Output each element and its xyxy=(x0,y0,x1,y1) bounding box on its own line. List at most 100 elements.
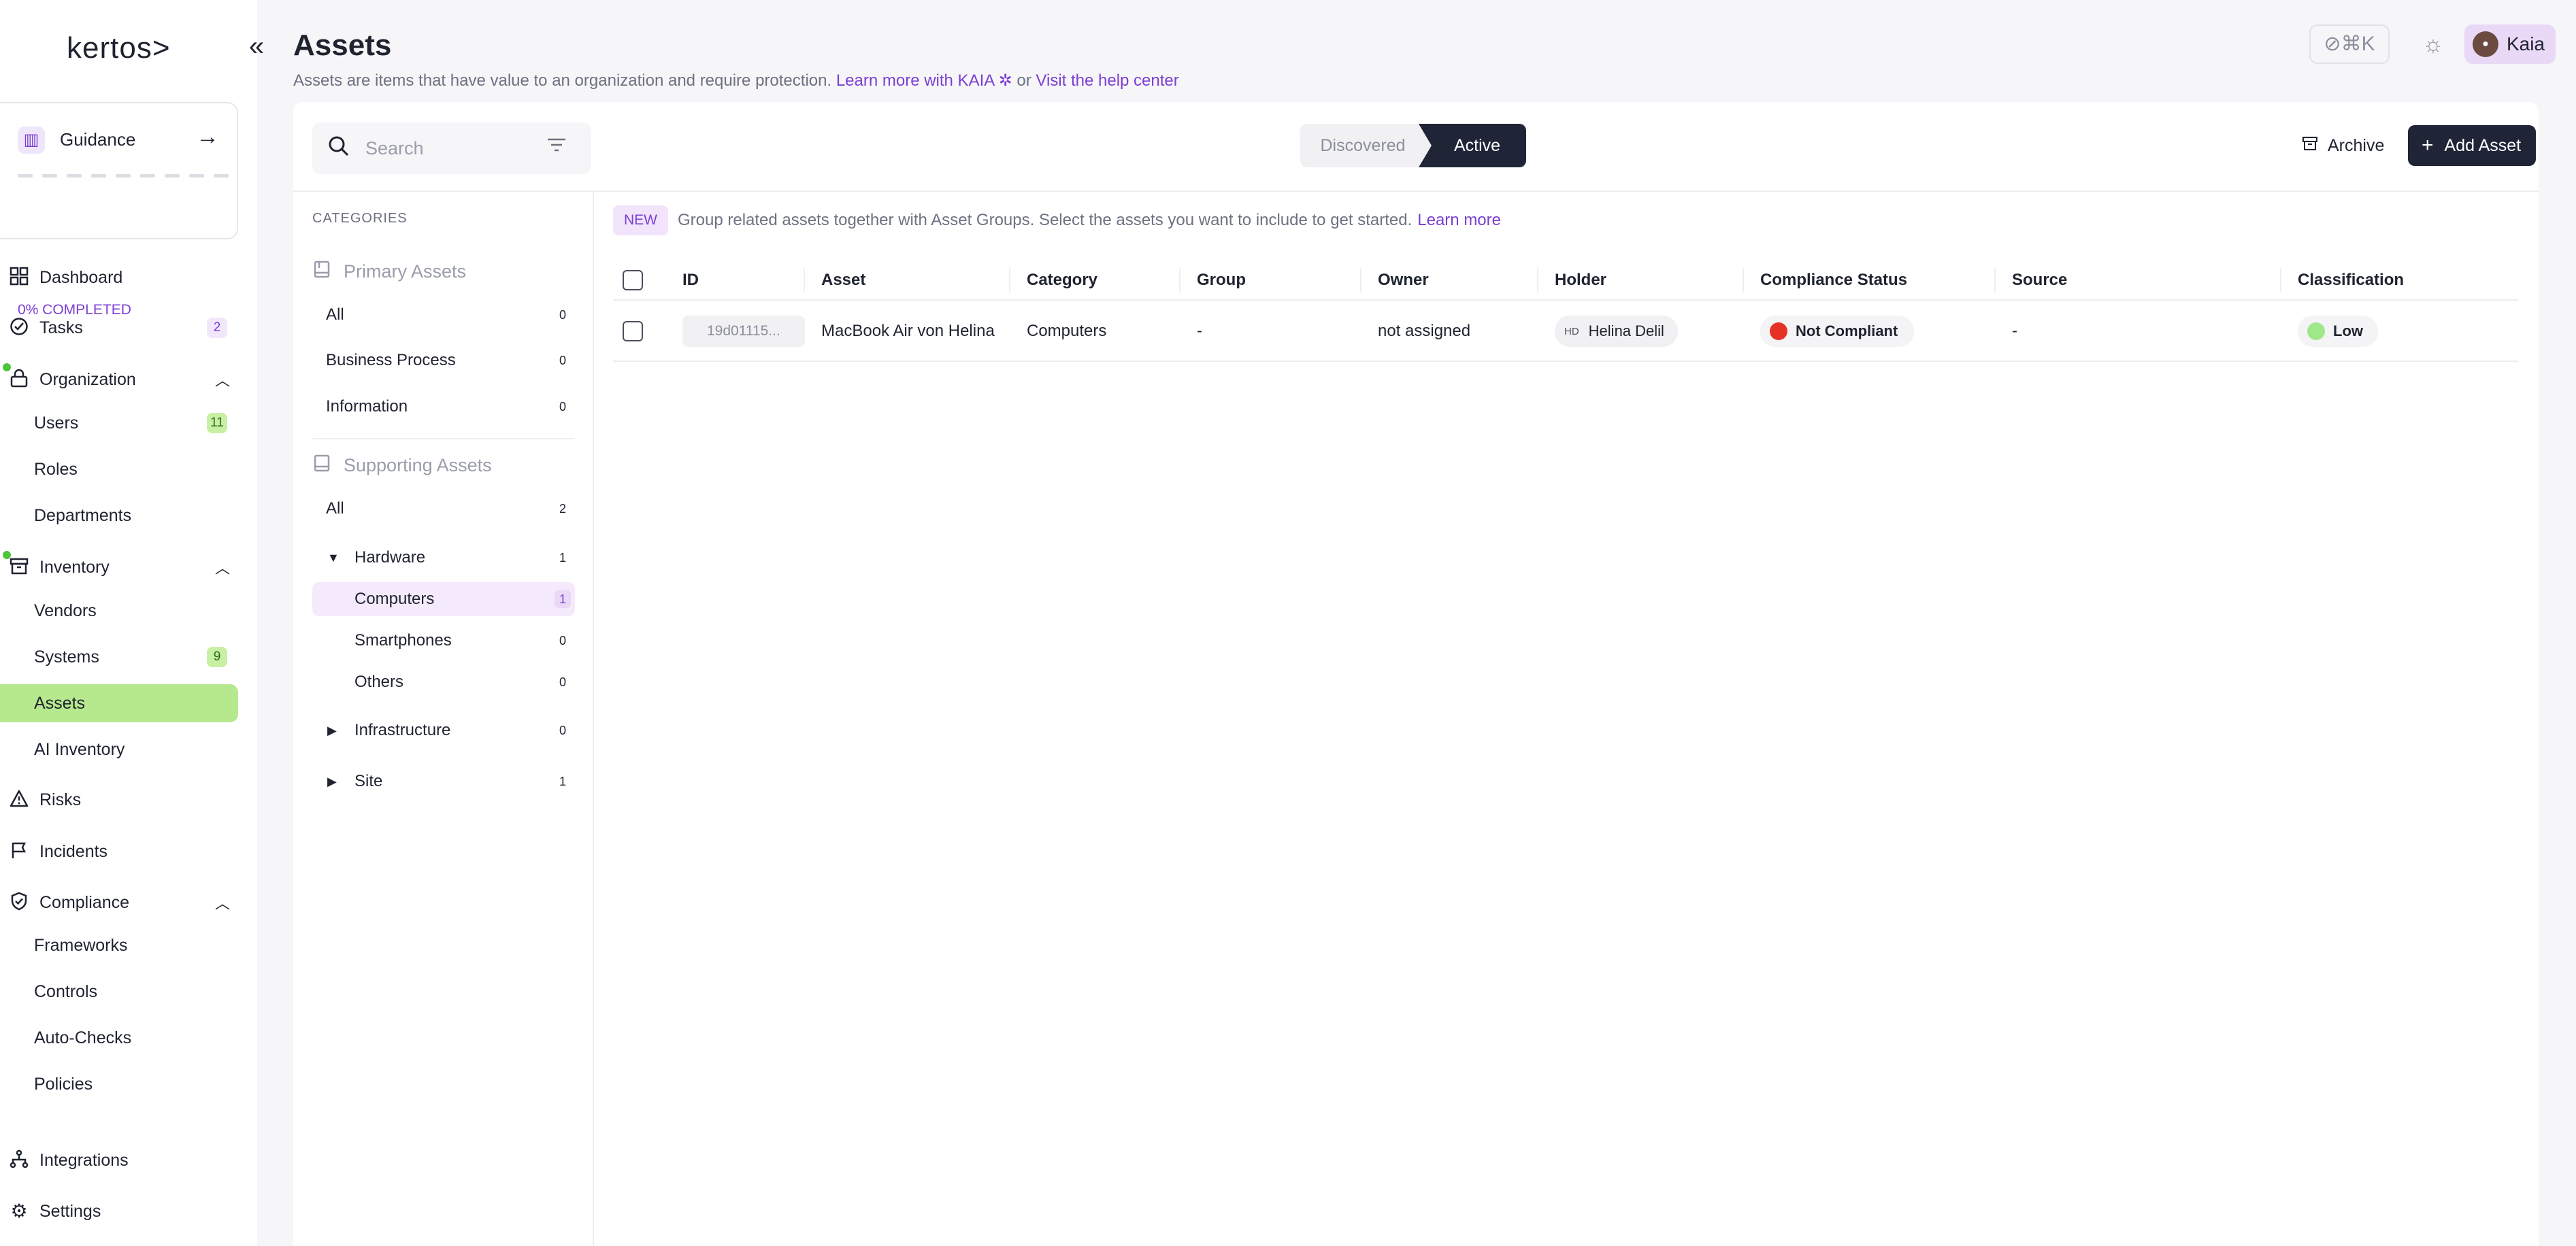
guidance-card[interactable]: ▥ Guidance → 0% COMPLETED xyxy=(0,102,238,318)
caret-down-icon[interactable]: ▼ xyxy=(327,551,340,565)
arrow-right-icon[interactable]: → xyxy=(196,124,219,150)
sidebar-item-settings[interactable]: ⚙ Settings xyxy=(0,1192,238,1230)
sidebar-item-label: Users xyxy=(34,413,79,433)
category-supporting-all[interactable]: All 2 xyxy=(312,492,575,526)
sidebar-item-risks[interactable]: Risks xyxy=(0,781,238,819)
kertos-logo[interactable]: kertos> xyxy=(67,31,171,65)
shortcut-label: ⌘K xyxy=(2341,33,2375,55)
tab-active[interactable]: Active xyxy=(1419,124,1526,167)
asset-name[interactable]: MacBook Air von Helina xyxy=(821,301,995,362)
chevron-up-icon: ︿ xyxy=(215,560,231,577)
warning-icon xyxy=(8,789,30,811)
search-input[interactable] xyxy=(365,135,529,162)
sidebar-item-policies[interactable]: Policies xyxy=(0,1065,238,1103)
flag-icon xyxy=(8,841,30,862)
collapse-sidebar-button[interactable]: « xyxy=(246,31,267,61)
column-owner[interactable]: Owner xyxy=(1378,260,1429,301)
sidebar-item-tasks[interactable]: Tasks 2 xyxy=(0,309,238,347)
sidebar-item-label: Settings xyxy=(39,1201,101,1221)
classification-dot-icon xyxy=(2307,322,2325,340)
column-id[interactable]: ID xyxy=(682,260,699,301)
asset-owner[interactable]: not assigned xyxy=(1378,301,1470,362)
sidebar-item-frameworks[interactable]: Frameworks xyxy=(0,926,238,964)
category-smartphones[interactable]: Smartphones 0 xyxy=(312,624,575,658)
category-site[interactable]: ▶ Site 1 xyxy=(312,764,575,798)
bug-report-button[interactable]: ☼ xyxy=(2414,24,2452,64)
network-icon xyxy=(8,1149,30,1171)
column-asset[interactable]: Asset xyxy=(821,260,865,301)
sidebar-item-label: Auto-Checks xyxy=(34,1028,132,1047)
sidebar-item-roles[interactable]: Roles xyxy=(0,450,238,488)
sidebar-item-vendors[interactable]: Vendors xyxy=(0,592,238,630)
banner-learn-more-link[interactable]: Learn more xyxy=(1417,211,1501,230)
sidebar-item-auto-checks[interactable]: Auto-Checks xyxy=(0,1019,238,1057)
select-all-checkbox[interactable] xyxy=(623,270,643,290)
sidebar-item-ai-inventory[interactable]: AI Inventory xyxy=(0,730,238,769)
sidebar-item-assets[interactable]: Assets xyxy=(0,684,238,722)
divider xyxy=(293,190,2539,192)
category-others[interactable]: Others 0 xyxy=(312,665,575,699)
column-holder[interactable]: Holder xyxy=(1555,260,1606,301)
holder-chip[interactable]: HD Helina Delil xyxy=(1555,316,1678,347)
category-count: 0 xyxy=(559,724,566,737)
sidebar-item-incidents[interactable]: Incidents xyxy=(0,832,238,871)
sidebar-item-organization[interactable]: Organization ︿ xyxy=(0,360,238,399)
category-count: 0 xyxy=(559,634,566,647)
column-compliance-status[interactable]: Compliance Status xyxy=(1760,260,1907,301)
search-box xyxy=(312,122,591,174)
sidebar-item-controls[interactable]: Controls xyxy=(0,973,238,1011)
command-palette-button[interactable]: ⊘⌘K xyxy=(2309,24,2390,64)
sidebar-item-label: Risks xyxy=(39,790,82,809)
compliance-status-badge[interactable]: Not Compliant xyxy=(1760,316,1915,347)
sidebar-item-label: AI Inventory xyxy=(34,739,125,759)
sidebar-item-label: Roles xyxy=(34,459,78,479)
page-title: Assets xyxy=(293,29,392,62)
category-count: 1 xyxy=(555,590,571,608)
sidebar-item-systems[interactable]: Systems 9 xyxy=(0,638,238,676)
category-label: Site xyxy=(354,772,383,790)
asset-status-tabs: Discovered Active xyxy=(1300,124,1526,167)
filter-icon[interactable] xyxy=(545,133,568,163)
column-classification[interactable]: Classification xyxy=(2298,260,2404,301)
sidebar-item-label: Incidents xyxy=(39,841,108,861)
caret-right-icon[interactable]: ▶ xyxy=(327,775,337,789)
category-infrastructure[interactable]: ▶ Infrastructure 0 xyxy=(312,713,575,747)
sidebar-item-compliance[interactable]: Compliance ︿ xyxy=(0,883,238,922)
tab-discovered[interactable]: Discovered xyxy=(1300,124,1425,167)
category-primary-all[interactable]: All 0 xyxy=(312,298,575,332)
subtitle-or: or xyxy=(1017,71,1031,90)
user-menu-button[interactable]: ● Kaia xyxy=(2464,24,2556,64)
archive-button[interactable]: Archive xyxy=(2302,125,2384,166)
row-checkbox[interactable] xyxy=(623,321,643,341)
learn-more-kaia-link[interactable]: Learn more with KAIA xyxy=(836,71,994,90)
category-count: 0 xyxy=(559,308,566,322)
category-label: Infrastructure xyxy=(354,721,451,739)
category-business-process[interactable]: Business Process 0 xyxy=(312,343,575,377)
supporting-assets-title: Supporting Assets xyxy=(312,454,492,477)
category-label: Hardware xyxy=(354,548,426,567)
sidebar-item-integrations[interactable]: Integrations xyxy=(0,1141,238,1179)
help-center-link[interactable]: Visit the help center xyxy=(1036,71,1178,90)
column-category[interactable]: Category xyxy=(1027,260,1097,301)
users-count-badge: 11 xyxy=(207,413,227,433)
category-hardware[interactable]: ▼ Hardware 1 xyxy=(312,541,575,575)
sidebar-item-departments[interactable]: Departments xyxy=(0,496,238,535)
sidebar-item-inventory[interactable]: Inventory ︿ xyxy=(0,548,238,586)
sidebar-item-label: Assets xyxy=(34,693,86,713)
sidebar-item-dashboard[interactable]: Dashboard xyxy=(0,258,238,297)
add-asset-button[interactable]: + Add Asset xyxy=(2408,125,2536,166)
sidebar-item-users[interactable]: Users 11 xyxy=(0,404,238,442)
category-label: Others xyxy=(354,673,404,691)
column-source[interactable]: Source xyxy=(2012,260,2067,301)
sidebar-item-label: Departments xyxy=(34,505,132,525)
category-computers[interactable]: Computers 1 xyxy=(312,582,575,616)
column-group[interactable]: Group xyxy=(1197,260,1246,301)
asset-id-chip[interactable]: 19d01115... xyxy=(682,316,805,347)
category-information[interactable]: Information 0 xyxy=(312,390,575,424)
classification-badge[interactable]: Low xyxy=(2298,316,2378,347)
caret-right-icon[interactable]: ▶ xyxy=(327,724,337,738)
status-text: Not Compliant xyxy=(1796,322,1898,339)
bug-icon: ☼ xyxy=(2422,31,2444,57)
table-row[interactable]: 19d01115... MacBook Air von Helina Compu… xyxy=(613,301,2518,362)
divider xyxy=(593,190,594,1246)
